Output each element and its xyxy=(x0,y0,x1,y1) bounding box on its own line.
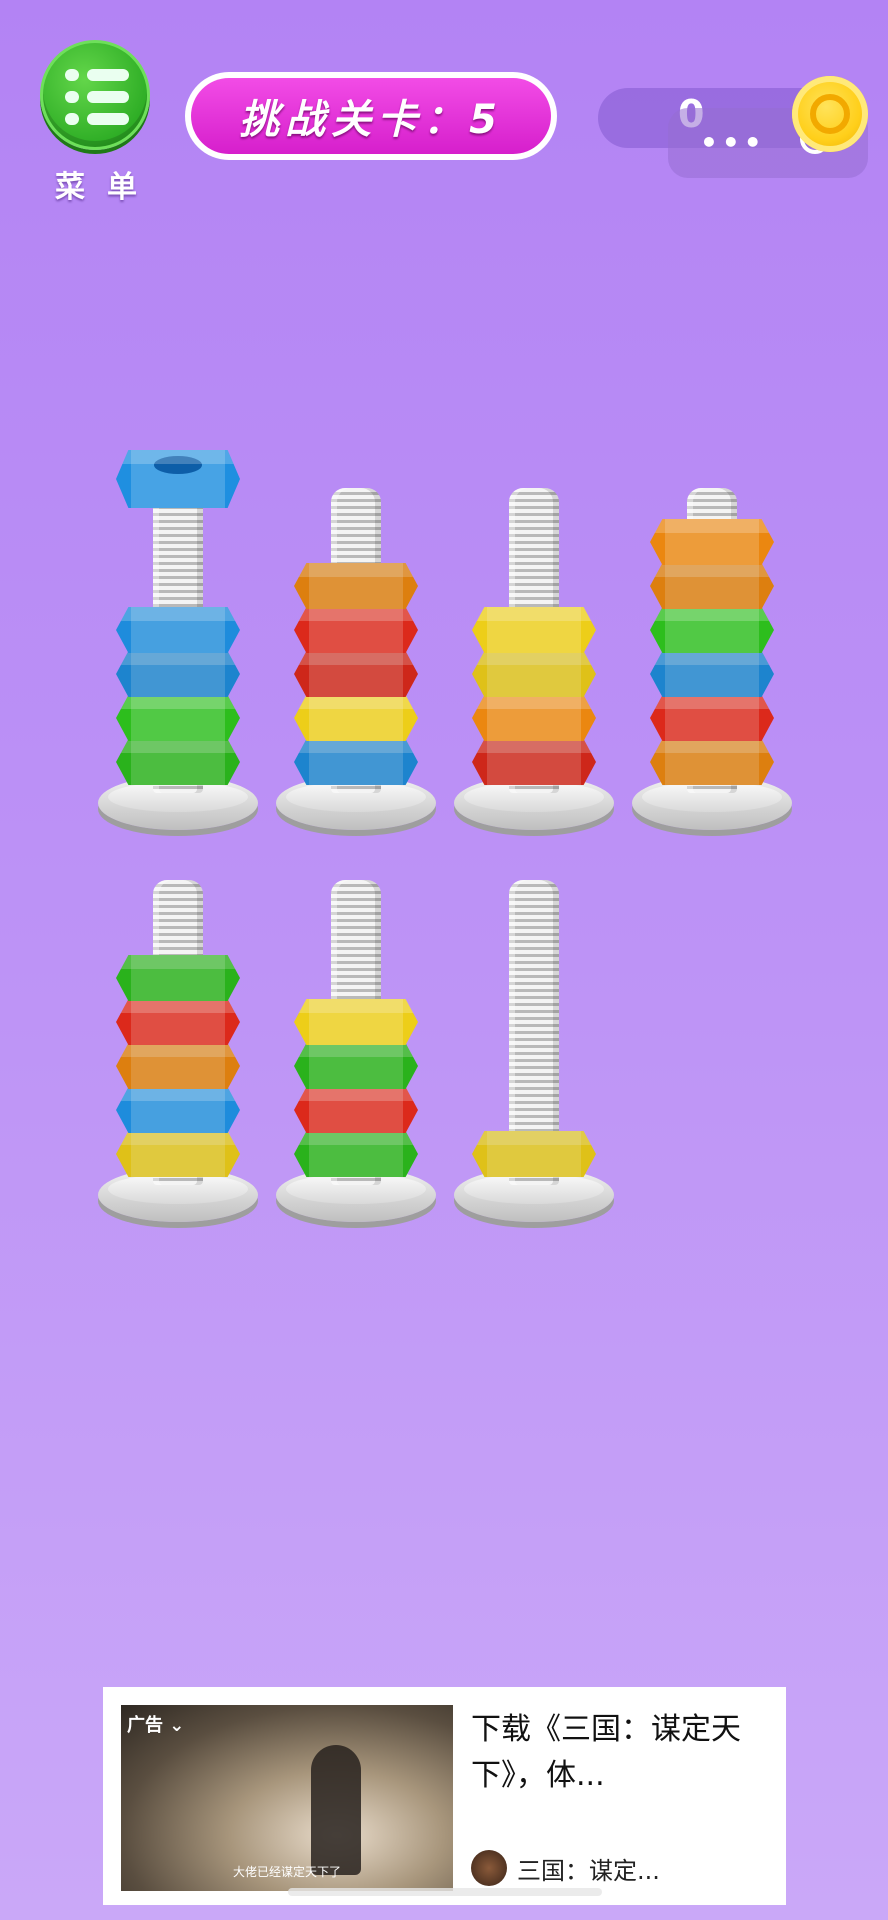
level-text: 挑战关卡：5 xyxy=(191,78,551,154)
ad-video-thumbnail[interactable]: 广告 ⌄ 大佬已经谋定天下了 xyxy=(121,1705,453,1891)
ad-tag: 广告 ⌄ xyxy=(127,1715,185,1736)
ad-avatar xyxy=(471,1850,507,1886)
menu-button[interactable] xyxy=(40,40,150,160)
ad-title[interactable]: 下载《三国：谋定天下》，体... xyxy=(471,1707,771,1799)
peg-4[interactable] xyxy=(632,470,792,830)
nut-red[interactable] xyxy=(294,607,418,653)
ad-source[interactable]: 三国：谋定... xyxy=(517,1851,660,1886)
nut-green[interactable] xyxy=(116,739,240,785)
peg-7[interactable] xyxy=(454,862,614,1222)
nut-red[interactable] xyxy=(294,651,418,697)
nut-red[interactable] xyxy=(294,1087,418,1133)
nut-red[interactable] xyxy=(650,695,774,741)
peg-1[interactable] xyxy=(98,450,258,830)
nut-green[interactable] xyxy=(294,1043,418,1089)
ad-banner[interactable]: 广告 ⌄ 大佬已经谋定天下了 下载《三国：谋定天下》，体... 三国：谋定... xyxy=(103,1687,786,1905)
nut-hole xyxy=(154,456,202,474)
nut-blue[interactable] xyxy=(116,1087,240,1133)
home-indicator xyxy=(288,1888,602,1896)
menu-label: 菜单 xyxy=(55,170,159,205)
nut-green[interactable] xyxy=(116,955,240,1001)
ad-caption: 大佬已经谋定天下了 xyxy=(232,1865,341,1879)
nut-blue[interactable] xyxy=(650,651,774,697)
ad-figure xyxy=(311,1745,361,1875)
nut-orange[interactable] xyxy=(650,739,774,785)
peg-2[interactable] xyxy=(276,470,436,830)
nut-red[interactable] xyxy=(116,999,240,1045)
nut-blue[interactable] xyxy=(294,739,418,785)
nut-orange[interactable] xyxy=(650,563,774,609)
nut-orange[interactable] xyxy=(650,519,774,565)
peg-3[interactable] xyxy=(454,470,614,830)
nut-lifted-blue[interactable] xyxy=(116,450,240,508)
nut-orange[interactable] xyxy=(116,1043,240,1089)
nut-blue[interactable] xyxy=(116,651,240,697)
nut-green[interactable] xyxy=(650,607,774,653)
nut-blue[interactable] xyxy=(116,607,240,653)
nut-yellow[interactable] xyxy=(472,607,596,653)
level-badge: 挑战关卡：5 xyxy=(185,72,557,160)
peg-6[interactable] xyxy=(276,862,436,1222)
nut-green[interactable] xyxy=(116,695,240,741)
peg-5[interactable] xyxy=(98,862,258,1222)
coin-icon xyxy=(792,76,868,152)
menu-list-icon xyxy=(40,40,150,150)
nut-yellow[interactable] xyxy=(116,1131,240,1177)
nut-green[interactable] xyxy=(294,1131,418,1177)
nut-yellow[interactable] xyxy=(472,1131,596,1177)
nut-yellow[interactable] xyxy=(472,651,596,697)
nut-yellow[interactable] xyxy=(294,695,418,741)
nut-yellow[interactable] xyxy=(294,999,418,1045)
nut-red[interactable] xyxy=(472,739,596,785)
nut-orange[interactable] xyxy=(472,695,596,741)
nut-orange[interactable] xyxy=(294,563,418,609)
more-dots-icon[interactable]: ••• xyxy=(700,126,766,159)
